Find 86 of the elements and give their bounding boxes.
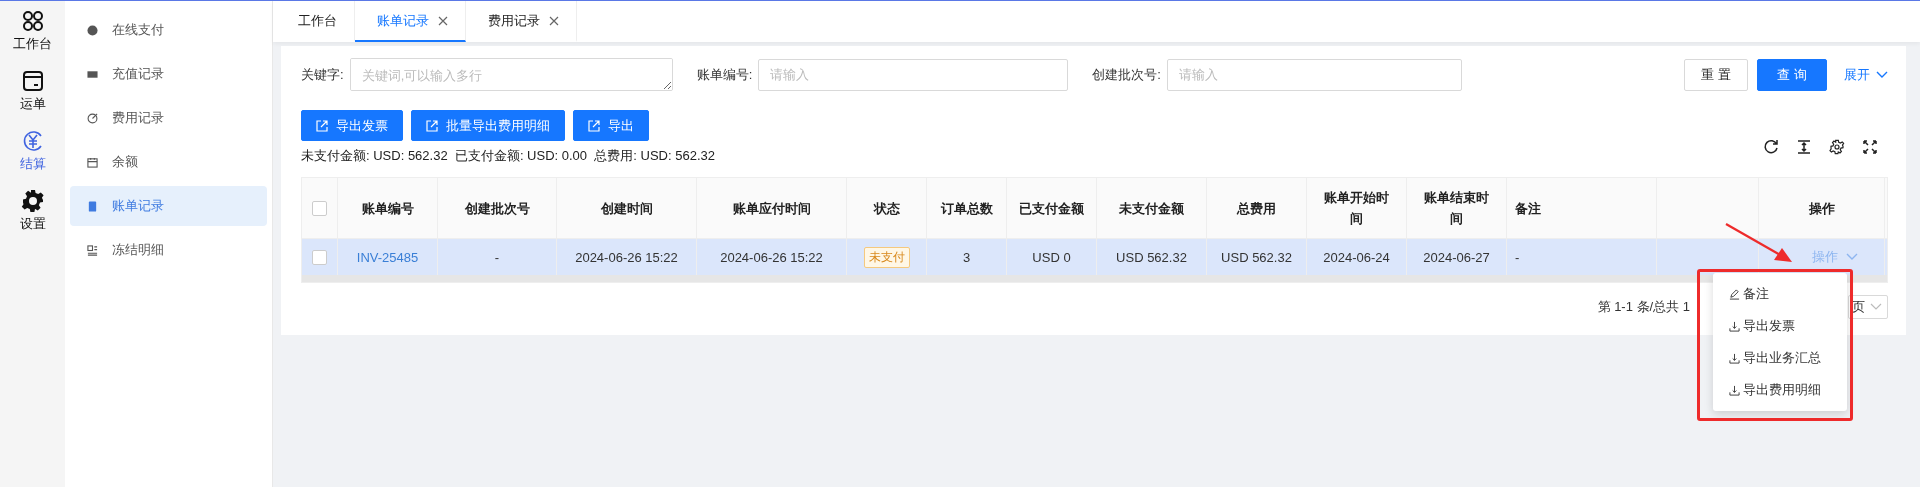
calendar-icon xyxy=(87,156,98,168)
external-link-icon xyxy=(426,119,438,132)
submenu-item[interactable]: 充值记录 xyxy=(70,54,267,94)
column-header: 操作 xyxy=(1808,199,1835,218)
column-header: 账单结束时间 xyxy=(1423,189,1490,228)
row-height-icon[interactable] xyxy=(1796,139,1812,155)
status-tag: 未支付 xyxy=(863,246,910,268)
column-header: 账单开始时间 xyxy=(1323,189,1390,228)
export-button[interactable]: 导出 xyxy=(573,110,649,141)
external-link-icon xyxy=(588,119,600,132)
submenu-item[interactable]: 费用记录 xyxy=(70,98,267,138)
submenu-item[interactable]: 账单记录 xyxy=(70,186,267,226)
page-tab[interactable]: 费用记录 xyxy=(466,1,577,42)
column-header: 账单应付时间 xyxy=(732,199,811,218)
column-header: 备注 xyxy=(1515,199,1541,218)
column-header: 状态 xyxy=(873,199,900,218)
table-cell: USD 562.32 xyxy=(1221,249,1292,265)
table-row[interactable]: INV-25485 - 2024-06-26 15:22 2024-06-26 15:22 未支付 3 USD 0 USD 562.32 USD 562.32 2024-06-24 2024-06-27 - 操作 xyxy=(302,238,1887,275)
table-cell: - xyxy=(1515,249,1520,265)
export-button[interactable]: 导出发票 xyxy=(301,110,403,141)
export-button[interactable]: 批量导出费用明细 xyxy=(411,110,565,141)
table-cell: 2024-06-24 xyxy=(1323,249,1390,265)
column-header: 账单编号 xyxy=(361,199,414,218)
column-header: 已支付金额 xyxy=(1019,199,1084,218)
column-header: 创建批次号 xyxy=(464,199,530,218)
settings-icon xyxy=(20,189,45,213)
page-size-select[interactable]: 页 xyxy=(1848,295,1888,319)
field-label: 账单编号: xyxy=(696,65,753,84)
annotation-arrow xyxy=(1724,222,1794,264)
page-tab[interactable]: 工作台 xyxy=(276,1,355,42)
menu-item[interactable]: 备注 xyxy=(1713,278,1847,310)
column-header: 未支付金额 xyxy=(1119,199,1184,218)
menu-item[interactable]: 导出发票 xyxy=(1713,310,1847,342)
search-button[interactable]: 查 询 xyxy=(1757,58,1827,91)
horizontal-scrollbar[interactable] xyxy=(302,275,1887,282)
checkbox[interactable] xyxy=(312,249,327,265)
table-cell: 2024-06-26 15:22 xyxy=(575,249,678,265)
refresh-icon[interactable] xyxy=(1763,139,1779,155)
doc-icon xyxy=(87,200,98,212)
keyword-field[interactable]: 关键词,可以输入多行 xyxy=(349,58,673,91)
chevron-down-icon xyxy=(1845,253,1858,261)
expand-link[interactable]: 展开 xyxy=(1844,65,1888,84)
coin-icon xyxy=(87,24,98,36)
table-cell: 2024-06-27 xyxy=(1423,249,1490,265)
page-tab[interactable]: 账单记录 xyxy=(355,1,466,42)
settings-icon[interactable] xyxy=(1829,139,1845,155)
pencil-icon xyxy=(1729,288,1740,300)
input-field[interactable]: 请输入 xyxy=(758,58,1069,91)
rail-nav-item[interactable]: 工作台 xyxy=(13,9,52,53)
checkbox[interactable] xyxy=(312,200,327,216)
input-field[interactable]: 请输入 xyxy=(1166,58,1462,91)
pagination-range: 第 1-1 条/总共 1 xyxy=(1597,298,1690,316)
table-cell: 2024-06-26 15:22 xyxy=(720,249,823,265)
chevron-down-icon xyxy=(1876,70,1888,79)
summary-text: 未支付金额: USD: 562.32 已支付金额: USD: 0.00 总费用: USD: 562.32 xyxy=(301,147,716,165)
column-header: 订单总数 xyxy=(940,199,993,218)
menu-item[interactable]: 导出费用明细 xyxy=(1713,374,1847,406)
table-cell: USD 0 xyxy=(1032,249,1071,265)
rail-nav-item[interactable]: 运单 xyxy=(19,69,46,113)
close-icon[interactable] xyxy=(438,15,448,26)
external-link-icon xyxy=(316,119,328,132)
menu-item[interactable]: 导出业务汇总 xyxy=(1713,342,1847,374)
fullscreen-icon[interactable] xyxy=(1862,139,1878,155)
submenu-item[interactable]: 在线支付 xyxy=(70,10,267,50)
table-cell: 3 xyxy=(962,249,971,265)
rail-nav-item[interactable]: 设置 xyxy=(19,189,46,233)
close-icon[interactable] xyxy=(549,15,559,26)
rail-nav-item[interactable]: 结算 xyxy=(19,129,46,173)
field-label: 创建批次号: xyxy=(1092,65,1161,84)
table-cell: USD 562.32 xyxy=(1116,249,1187,265)
list-icon xyxy=(87,244,98,256)
reset-button[interactable]: 重 置 xyxy=(1684,58,1748,91)
download-icon xyxy=(1729,320,1740,332)
box-icon xyxy=(20,69,45,93)
download-icon xyxy=(1729,352,1740,364)
column-header: 创建时间 xyxy=(600,199,653,218)
download-icon xyxy=(1729,384,1740,396)
submenu-item[interactable]: 冻结明细 xyxy=(70,230,267,270)
table-cell: - xyxy=(494,249,500,265)
ticket-icon xyxy=(87,68,98,80)
submenu-item[interactable]: 余额 xyxy=(70,142,267,182)
chevron-down-icon xyxy=(1870,303,1882,311)
column-header: 总费用 xyxy=(1237,199,1276,218)
target-icon xyxy=(87,112,98,124)
field-label: 关键字: xyxy=(301,65,344,84)
clover-icon xyxy=(20,9,45,33)
